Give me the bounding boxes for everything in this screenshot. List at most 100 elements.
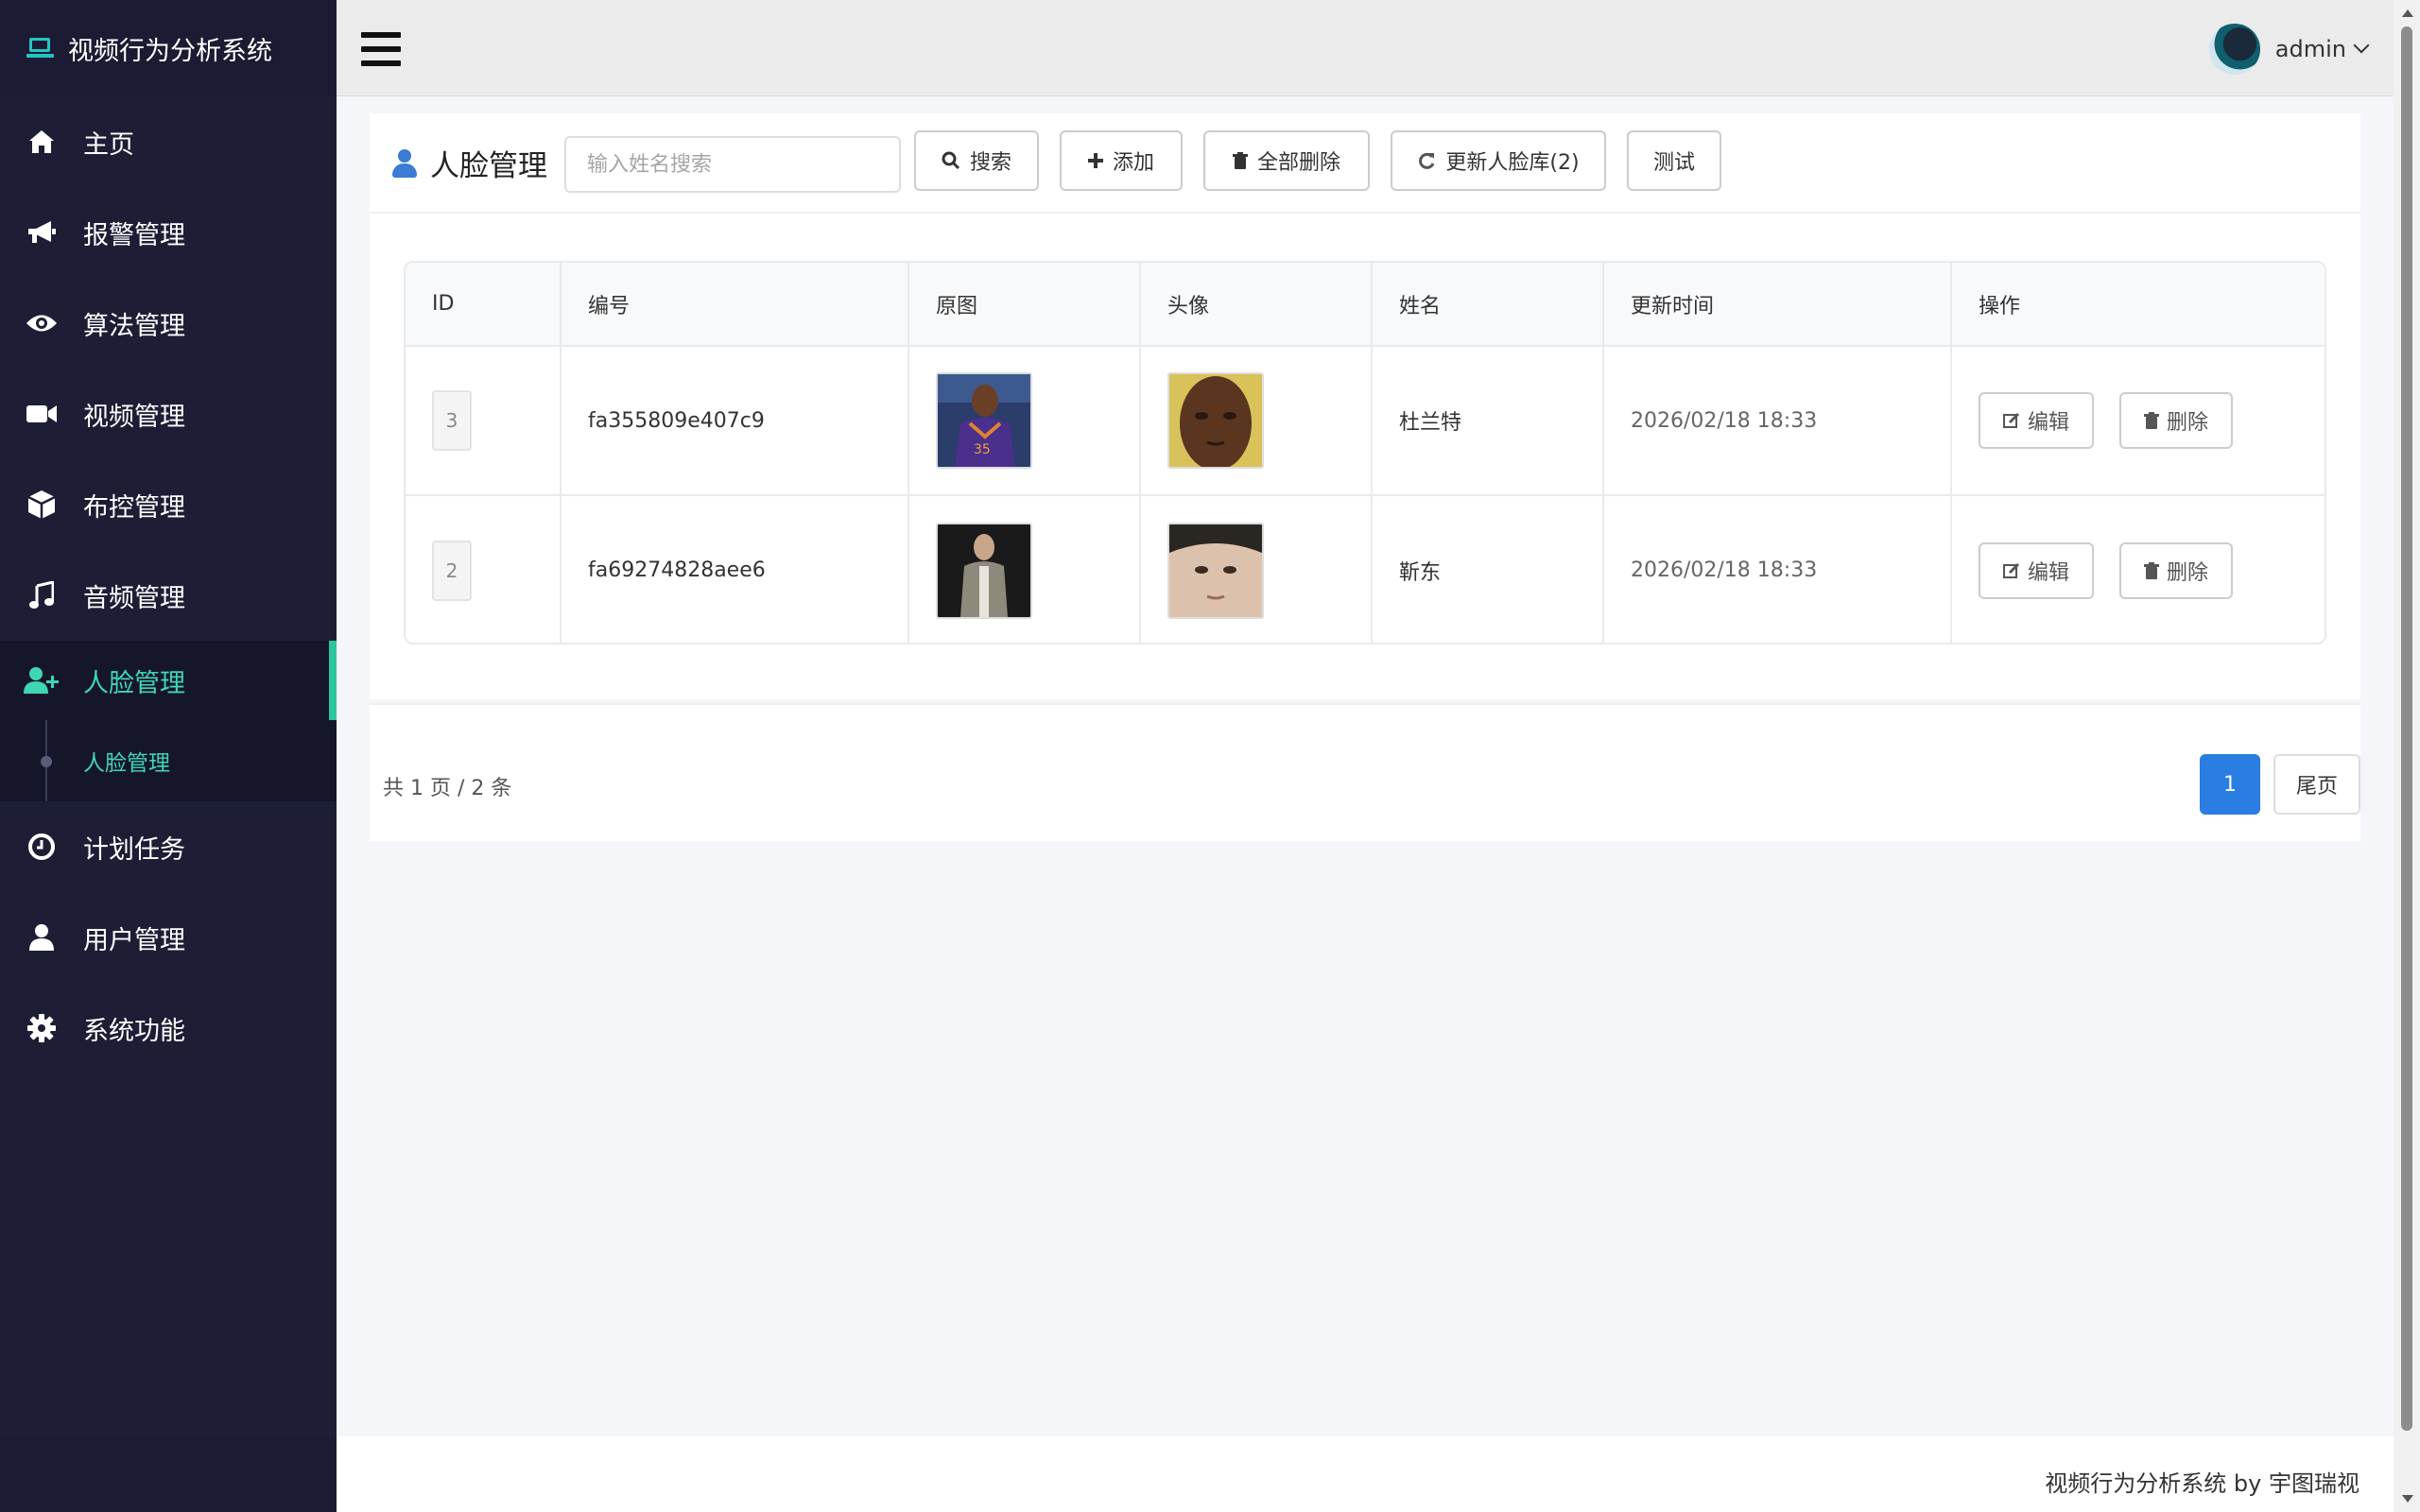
column-header-avatar: 头像 (1140, 263, 1373, 347)
chevron-down-icon (2353, 37, 2370, 54)
row-name: 靳东 (1372, 495, 1604, 643)
user-menu[interactable]: admin (2208, 23, 2370, 76)
music-icon (23, 576, 60, 614)
avatar (2208, 24, 2260, 75)
face-management-panel: 人脸管理 搜索 添加 全部删除 更新人脸库(2) 测试 (370, 113, 2360, 699)
search-icon (942, 151, 960, 170)
sidebar-item-alarm[interactable]: 报警管理 (0, 187, 337, 278)
table-header-row: ID 编号 原图 头像 姓名 更新时间 操作 (406, 263, 2325, 347)
delete-button[interactable]: 删除 (2119, 392, 2234, 449)
delete-button[interactable]: 删除 (2119, 541, 2234, 599)
user-icon (392, 148, 417, 178)
sidebar-item-face[interactable]: 人脸管理 (0, 641, 337, 801)
sidebar-item-label: 计划任务 (83, 834, 185, 865)
edit-icon (2003, 412, 2020, 429)
edit-button-label: 编辑 (2028, 560, 2070, 585)
page-title-text: 人脸管理 (430, 149, 547, 183)
delete-button-label: 删除 (2167, 560, 2209, 585)
home-icon (23, 123, 60, 161)
sidebar-footer (0, 1438, 337, 1512)
sidebar-item-users[interactable]: 用户管理 (0, 892, 337, 983)
avatar-thumbnail[interactable] (1167, 522, 1264, 619)
bullhorn-icon (23, 214, 60, 251)
footer: 视频行为分析系统 by 宇图瑞视 (337, 1436, 2394, 1512)
panel-header: 人脸管理 搜索 添加 全部删除 更新人脸库(2) 测试 (370, 113, 2360, 214)
gear-icon (23, 1009, 60, 1047)
avatar-thumbnail[interactable] (1167, 372, 1264, 469)
sidebar-item-deploy[interactable]: 布控管理 (0, 459, 337, 550)
page-button-current[interactable]: 1 (2200, 754, 2260, 815)
laptop-icon (26, 38, 55, 59)
add-button[interactable]: 添加 (1060, 130, 1183, 191)
original-photo-thumbnail[interactable] (936, 522, 1032, 619)
sidebar-item-label: 音频管理 (83, 583, 185, 613)
top-bar: admin (337, 0, 2394, 96)
delete-button-label: 删除 (2167, 411, 2209, 435)
sidebar-item-home[interactable]: 主页 (0, 96, 337, 187)
user-name: admin (2274, 36, 2346, 62)
sidebar-item-label: 系统功能 (83, 1016, 185, 1046)
column-header-name: 姓名 (1372, 263, 1604, 347)
video-camera-icon (23, 395, 60, 433)
row-updated-time: 2026/02/18 18:33 (1603, 495, 1952, 643)
svg-text:35: 35 (974, 442, 991, 457)
sidebar-item-audio[interactable]: 音频管理 (0, 550, 337, 641)
sidebar-item-label: 布控管理 (83, 492, 185, 523)
sidebar-subitem-label: 人脸管理 (83, 751, 170, 776)
pagination: 共 1 页 / 2 条 1 尾页 (370, 703, 2360, 841)
scroll-up-icon[interactable] (2402, 9, 2413, 17)
sidebar-item-label: 用户管理 (83, 925, 185, 955)
update-button-label: 更新人脸库(2) (1445, 151, 1580, 175)
row-id: 2 (432, 540, 472, 601)
table-row: 3 fa355809e407c9 35 杜兰特 2026/02/18 18:33 (406, 346, 2325, 496)
edit-button[interactable]: 编辑 (1979, 392, 2095, 449)
row-code: fa355809e407c9 (561, 346, 909, 496)
delete-all-button-label: 全部删除 (1256, 151, 1340, 175)
sidebar-item-schedule[interactable]: 计划任务 (0, 801, 337, 892)
search-input[interactable] (564, 136, 901, 193)
update-face-library-button[interactable]: 更新人脸库(2) (1391, 130, 1606, 191)
original-photo-thumbnail[interactable]: 35 (936, 372, 1032, 469)
column-header-original: 原图 (908, 263, 1141, 347)
sidebar-item-system[interactable]: 系统功能 (0, 983, 337, 1074)
column-header-updated: 更新时间 (1603, 263, 1952, 347)
trash-icon (1232, 152, 1248, 169)
column-header-actions: 操作 (1951, 263, 2325, 347)
edit-icon (2003, 562, 2020, 579)
table-row: 2 fa69274828aee6 靳东 2026/02/18 18:33 编辑 … (406, 495, 2325, 643)
pagination-info: 共 1 页 / 2 条 (383, 777, 512, 800)
trash-icon (2144, 412, 2160, 429)
row-name: 杜兰特 (1372, 346, 1604, 496)
plus-icon (1087, 153, 1103, 168)
refresh-icon (1417, 151, 1436, 170)
sidebar-item-video[interactable]: 视频管理 (0, 369, 337, 459)
delete-all-button[interactable]: 全部删除 (1203, 130, 1370, 191)
page-scrollbar[interactable] (2394, 0, 2420, 1512)
brand[interactable]: 视频行为分析系统 (0, 0, 337, 96)
column-header-id: ID (406, 263, 562, 347)
scroll-thumb[interactable] (2401, 26, 2412, 1431)
page-title: 人脸管理 (392, 142, 547, 184)
clock-icon (23, 828, 60, 866)
eye-icon (23, 304, 60, 342)
search-button[interactable]: 搜索 (914, 130, 1039, 191)
user-plus-icon (23, 662, 60, 699)
sidebar-item-label: 算法管理 (83, 311, 185, 341)
scroll-down-icon[interactable] (2402, 1495, 2413, 1503)
footer-text: 视频行为分析系统 by 宇图瑞视 (2045, 1470, 2360, 1497)
menu-toggle-icon[interactable] (361, 32, 401, 66)
test-button-label: 测试 (1652, 151, 1695, 175)
edit-button[interactable]: 编辑 (1979, 541, 2095, 599)
sidebar-subitem-face[interactable]: 人脸管理 (0, 720, 337, 801)
page-button-last[interactable]: 尾页 (2273, 754, 2360, 815)
row-code: fa69274828aee6 (561, 495, 909, 643)
user-icon (23, 919, 60, 956)
sidebar-item-algorithm[interactable]: 算法管理 (0, 278, 337, 369)
app-title: 视频行为分析系统 (68, 36, 272, 66)
search-button-label: 搜索 (969, 151, 1011, 175)
sidebar-item-label: 主页 (83, 129, 134, 160)
sidebar-item-label: 报警管理 (83, 220, 185, 250)
sidebar: 视频行为分析系统 主页 报警管理 算法管理 视频管理 布控管理 音频管理 人脸管… (0, 0, 337, 1512)
edit-button-label: 编辑 (2028, 411, 2070, 435)
test-button[interactable]: 测试 (1627, 130, 1721, 191)
